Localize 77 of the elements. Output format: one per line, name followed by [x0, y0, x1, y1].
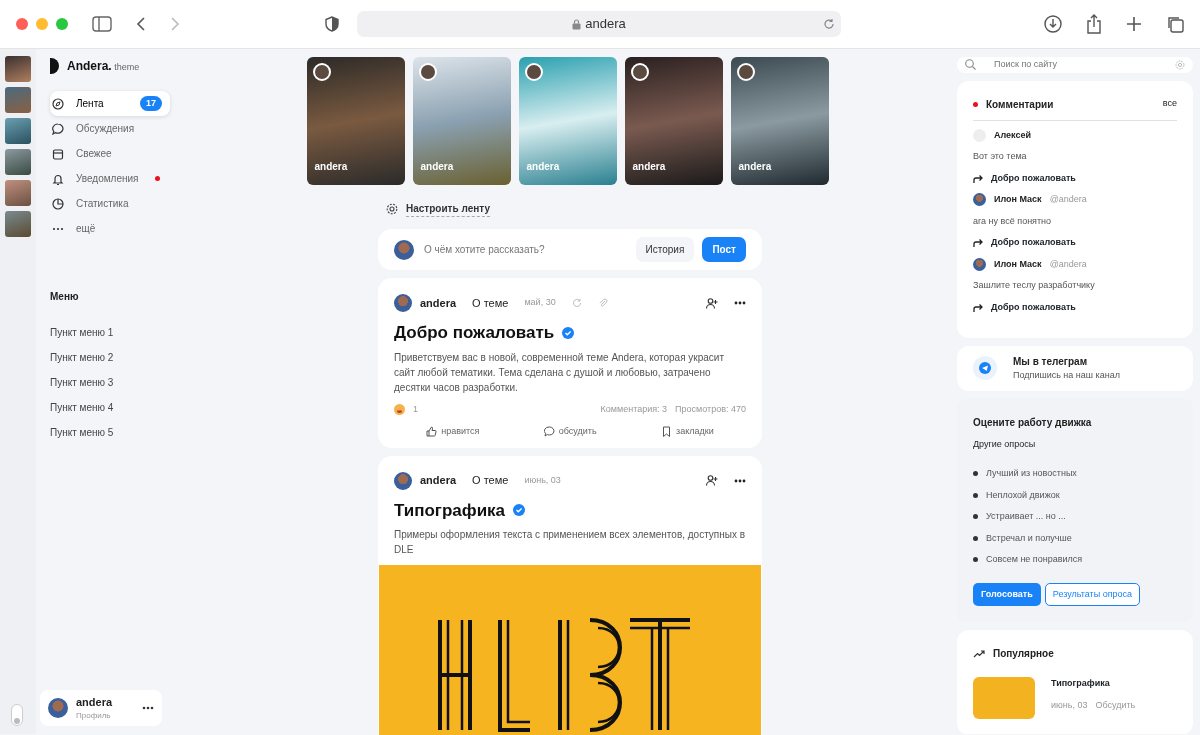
comment-text: Зашлите теслу разработчику: [973, 279, 1096, 292]
reaction-count: 1: [413, 402, 418, 416]
discuss-button[interactable]: обсудить: [537, 424, 603, 440]
telegram-card[interactable]: Мы в телеграм Подпишись на наш канал: [957, 346, 1193, 391]
post-text: Примеры оформления текста с применением всех элементов, доступных в DLE: [394, 528, 746, 557]
poll-option[interactable]: Совсем не понравился: [973, 553, 1177, 567]
other-polls-link[interactable]: Другие опросы: [973, 437, 1177, 451]
search-field[interactable]: Поиск по сайту: [957, 57, 1193, 73]
post-link[interactable]: Добро пожаловать: [991, 171, 1076, 185]
post-title[interactable]: Добро пожаловать: [394, 320, 555, 346]
telegram-title: Мы в телеграм: [1013, 355, 1089, 369]
vote-button[interactable]: Голосовать: [973, 582, 1041, 606]
poll-results-button[interactable]: Результаты опроса: [1044, 582, 1141, 606]
like-button[interactable]: нравится: [420, 424, 486, 440]
nav-item[interactable]: Обсуждения: [50, 116, 170, 141]
view-count: Просмотров: 470: [675, 402, 746, 416]
popular-heading: Популярное: [993, 647, 1054, 661]
nav-item[interactable]: Свежее: [50, 141, 170, 166]
count-badge: 17: [140, 95, 162, 112]
nav-item[interactable]: ещё: [50, 216, 170, 241]
poll-option[interactable]: Устраивает ... но ...: [973, 510, 1177, 524]
story-author: andera: [420, 160, 454, 174]
user-handle: @andera: [1049, 257, 1087, 271]
popular-post-link[interactable]: Типографика: [1051, 677, 1136, 691]
comment-author[interactable]: Алексей: [994, 128, 1032, 142]
logo-text: Andera. theme: [67, 58, 140, 75]
story-author: andera: [632, 160, 666, 174]
comment-author[interactable]: Илон Маск: [994, 257, 1042, 271]
post-text: Приветствуем вас в новой, современной теме Andera, которая украсит сайт любой тематики. Тема сделана с душой и любовью, затрачено десятки часов разработки.: [394, 350, 726, 395]
menu-link[interactable]: Пункт меню 1: [50, 320, 298, 345]
profile-card[interactable]: andera Профиль: [40, 689, 162, 726]
story-button[interactable]: История: [635, 237, 695, 262]
story-card[interactable]: andera: [730, 57, 829, 185]
profile-subtitle: Профиль: [76, 710, 112, 722]
menu-heading: Меню: [50, 290, 80, 304]
topic-link[interactable]: О теме: [472, 472, 509, 489]
post-link[interactable]: Добро пожаловать: [991, 300, 1076, 314]
story-card[interactable]: andera: [306, 57, 405, 185]
poll-title: Оцените работу движка: [973, 415, 1093, 430]
nav-item[interactable]: Лента 17: [50, 91, 170, 116]
comment-text: ага ну всё понятно: [973, 214, 1053, 228]
all-comments-link[interactable]: все: [1162, 97, 1177, 111]
story-author: andera: [738, 160, 772, 174]
menu-link[interactable]: Пункт меню 2: [50, 345, 298, 370]
telegram-subtitle: Подпишись на наш канал: [1013, 369, 1120, 382]
poll-option[interactable]: Лучший из новостных: [973, 467, 1177, 481]
comment-count: Комментария: 3: [600, 402, 668, 416]
comments-heading: Комментарии: [986, 97, 1054, 112]
topic-link[interactable]: О теме: [472, 294, 509, 312]
post-link[interactable]: Добро пожаловать: [991, 236, 1076, 250]
post-date: июнь, 03: [524, 473, 561, 487]
post-date: май, 30: [524, 296, 556, 310]
comment-author[interactable]: Илон Маск: [994, 193, 1042, 207]
author-name[interactable]: andera: [420, 472, 457, 489]
poll-option[interactable]: Встречал и получше: [973, 531, 1177, 545]
story-card[interactable]: andera: [412, 57, 511, 185]
menu-link[interactable]: Пункт меню 5: [50, 420, 298, 445]
author-name[interactable]: andera: [420, 294, 457, 312]
customize-feed-link[interactable]: Настроить ленту: [406, 201, 490, 217]
url-text: andera: [585, 15, 626, 34]
story-card[interactable]: andera: [624, 57, 723, 185]
bookmark-button[interactable]: закладки: [655, 424, 720, 440]
user-handle: @andera: [1049, 193, 1087, 206]
menu-link[interactable]: Пункт меню 3: [50, 370, 298, 395]
address-bar[interactable]: andera: [357, 11, 841, 37]
comment-text: Вот это тема: [973, 150, 1028, 163]
story-author: andera: [526, 160, 560, 174]
profile-name: andera: [76, 694, 113, 710]
post-button[interactable]: Пост: [702, 237, 746, 262]
search-input-field[interactable]: Поиск по сайту: [992, 57, 1159, 73]
nav-item[interactable]: Уведомления: [50, 166, 170, 191]
post-date: июнь, 03: [1051, 698, 1088, 712]
menu-link[interactable]: Пункт меню 4: [50, 395, 298, 420]
nav-item[interactable]: Статистика: [50, 191, 170, 216]
poll-option[interactable]: Неплохой движок: [973, 488, 1177, 502]
story-author: andera: [314, 160, 348, 174]
post-title[interactable]: Типографика: [394, 497, 506, 523]
